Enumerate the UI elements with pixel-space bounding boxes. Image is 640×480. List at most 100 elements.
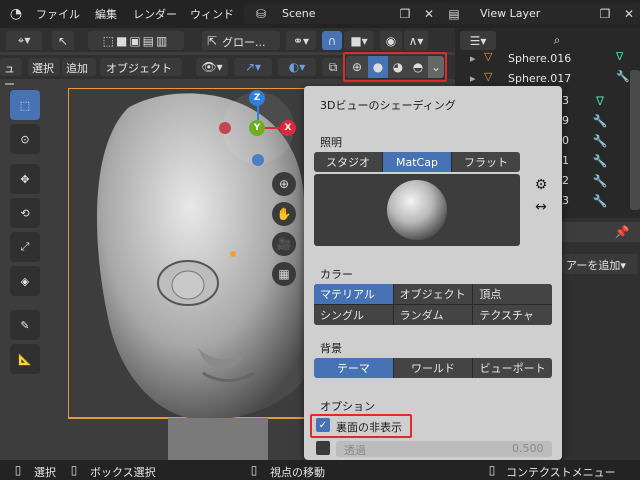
rotate-tool-icon[interactable]: ⟲ bbox=[10, 198, 40, 228]
menu-window[interactable]: ウィンド bbox=[190, 6, 234, 22]
status-box-select: ボックス選択 bbox=[90, 466, 156, 479]
color-options: マテリアル オブジェクト 頂点 シングル ランダム テクスチャ bbox=[314, 284, 552, 325]
blender-logo-icon[interactable]: ◔ bbox=[6, 4, 26, 24]
ortho-grid-icon[interactable]: ▦ bbox=[272, 262, 296, 286]
lighting-label: 照明 bbox=[320, 136, 342, 149]
pin-icon[interactable]: 📌 bbox=[612, 223, 632, 241]
status-select: 選択 bbox=[34, 466, 56, 479]
outliner-row-tail: 9 bbox=[562, 114, 569, 127]
select-box-tool-icon[interactable]: ⬚ bbox=[10, 90, 40, 120]
background-theme-option[interactable]: テーマ bbox=[314, 358, 394, 378]
background-options: テーマ ワールド ビューポート bbox=[314, 358, 552, 378]
status-rotate-view: 視点の移動 bbox=[270, 466, 325, 479]
popover-title: 3Dビューのシェーディング bbox=[320, 99, 456, 112]
menu-select[interactable]: 選択 bbox=[28, 58, 60, 76]
snap-magnet-icon[interactable]: ∩ bbox=[322, 31, 342, 50]
menu-edit[interactable]: 編集 bbox=[95, 6, 117, 22]
color-material-option[interactable]: マテリアル bbox=[314, 284, 393, 304]
outliner-row-tail: 1 bbox=[562, 154, 569, 167]
modifier-icon: ∇ bbox=[616, 50, 624, 63]
gizmo-y-axis[interactable]: Y bbox=[249, 120, 265, 136]
zoom-icon[interactable]: ⊕ bbox=[272, 172, 296, 196]
mouse-scroll-icon: ▯ bbox=[250, 463, 258, 477]
shading-highlight-box bbox=[343, 52, 447, 82]
camera-view-icon[interactable]: 🎥 bbox=[272, 232, 296, 256]
mouse-right-icon: ▯ bbox=[488, 463, 496, 477]
transform-orientation-label: グロー... bbox=[222, 36, 266, 49]
mouse-middle-icon: ▯ bbox=[70, 463, 78, 477]
flip-horizontal-icon[interactable]: ↔ bbox=[532, 198, 550, 216]
wrench-icon: 🔧 bbox=[592, 154, 608, 168]
orientation-icon: ⇱ bbox=[206, 33, 218, 48]
editor-type-icon[interactable]: ⌖▾ bbox=[6, 31, 42, 50]
outliner-row-tail: 0 bbox=[562, 134, 569, 147]
measure-tool-icon[interactable]: 📐 bbox=[10, 344, 40, 374]
menu-render[interactable]: レンダー bbox=[133, 6, 177, 22]
view-layer-name[interactable]: View Layer bbox=[480, 7, 540, 20]
color-vertex-option[interactable]: 頂点 bbox=[473, 284, 552, 304]
move-tool-icon[interactable]: ✥ bbox=[10, 164, 40, 194]
gear-icon[interactable]: ⚙ bbox=[532, 176, 550, 194]
color-label: カラー bbox=[320, 268, 353, 281]
gizmo-z-axis[interactable]: Z bbox=[249, 90, 265, 106]
copy-view-layer-icon[interactable]: ❐ bbox=[596, 5, 614, 22]
color-single-option[interactable]: シングル bbox=[314, 305, 393, 325]
outliner-row-tail: 3 bbox=[562, 94, 569, 107]
xray-toggle-icon[interactable]: ⧉ bbox=[322, 58, 344, 76]
falloff-curve-icon[interactable]: ∧▾ bbox=[404, 31, 428, 50]
proportional-edit-icon[interactable]: ◉ bbox=[380, 31, 402, 50]
scene-icon[interactable]: ⛁ bbox=[248, 5, 274, 22]
view-layer-icon[interactable]: ▤ bbox=[444, 5, 464, 22]
search-icon: ⌕ bbox=[553, 33, 561, 47]
wrench-icon: 🔧 bbox=[592, 194, 608, 208]
wrench-icon: 🔧 bbox=[616, 70, 630, 83]
pan-hand-icon[interactable]: ✋ bbox=[272, 202, 296, 226]
xray-checkbox[interactable] bbox=[316, 441, 330, 455]
color-texture-option[interactable]: テクスチャ bbox=[473, 305, 552, 325]
close-scene-icon[interactable]: ✕ bbox=[420, 5, 438, 22]
gizmo-toggle-icon[interactable]: ↗▾ bbox=[234, 58, 272, 76]
xray-value: 0.500 bbox=[512, 442, 544, 455]
lighting-matcap-option[interactable]: MatCap bbox=[383, 152, 452, 172]
annotate-tool-icon[interactable]: ✎ bbox=[10, 310, 40, 340]
background-world-option[interactable]: ワールド bbox=[393, 358, 474, 378]
background-viewport-option[interactable]: ビューポート bbox=[473, 358, 552, 378]
wrench-icon: 🔧 bbox=[592, 114, 608, 128]
status-context-menu: コンテクストメニュー bbox=[506, 466, 616, 479]
add-layer-dropdown[interactable]: アーを追加▾ bbox=[562, 254, 638, 274]
mesh-triangle-icon: ▽ bbox=[484, 50, 493, 63]
cursor-tool-icon[interactable]: ⊙ bbox=[10, 124, 40, 154]
outliner-row-tail: 2 bbox=[562, 174, 569, 187]
overlay-toggle-icon[interactable]: ◐▾ bbox=[278, 58, 316, 76]
color-object-option[interactable]: オブジェクト bbox=[393, 284, 473, 304]
tool-shelf: ⬚ ⊙ ✥ ⟲ ⤢ ◈ ✎ 📐 bbox=[6, 88, 44, 378]
scene-name[interactable]: Scene bbox=[282, 7, 316, 20]
copy-scene-icon[interactable]: ❐ bbox=[396, 5, 414, 22]
color-random-option[interactable]: ランダム bbox=[393, 305, 473, 325]
menu-add[interactable]: 追加 bbox=[62, 58, 96, 76]
menu-view[interactable]: ュー bbox=[0, 58, 22, 91]
outliner-display-mode-icon[interactable]: ☰▾ bbox=[460, 31, 496, 50]
snap-target-icon[interactable]: ■▾ bbox=[344, 31, 374, 50]
select-mode-cursor-icon[interactable]: ↖ bbox=[52, 31, 74, 50]
lighting-flat-option[interactable]: フラット bbox=[452, 152, 520, 172]
transform-tool-icon[interactable]: ◈ bbox=[10, 266, 40, 296]
options-label: オプション bbox=[320, 400, 375, 413]
matcap-preview[interactable] bbox=[314, 174, 520, 246]
gizmo-x-axis[interactable]: X bbox=[280, 120, 296, 136]
outliner-row[interactable]: ▸ ▽ Sphere.016 ∇ bbox=[470, 50, 640, 70]
pivot-point-icon[interactable]: ⚭▾ bbox=[286, 31, 316, 50]
backface-highlight-box bbox=[310, 414, 412, 438]
outliner-row-tail: 3 bbox=[562, 194, 569, 207]
lighting-studio-option[interactable]: スタジオ bbox=[314, 152, 383, 172]
visibility-eye-icon[interactable]: 👁▾ bbox=[196, 58, 228, 76]
close-view-layer-icon[interactable]: ✕ bbox=[620, 5, 638, 22]
outliner-scrollbar[interactable] bbox=[630, 70, 640, 210]
menu-file[interactable]: ファイル bbox=[36, 6, 80, 22]
menu-object[interactable]: オブジェクト bbox=[100, 58, 182, 76]
scale-tool-icon[interactable]: ⤢ bbox=[10, 232, 40, 262]
mouse-left-icon: ▯ bbox=[14, 463, 22, 477]
xray-label: 透過 bbox=[344, 444, 366, 457]
wrench-icon: 🔧 bbox=[592, 174, 608, 188]
selection-mode-icons[interactable]: ⬚■▣▤▥ bbox=[88, 31, 184, 50]
